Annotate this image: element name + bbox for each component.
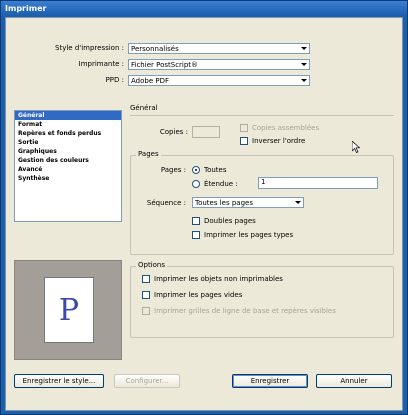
category-list: Général Format Repères et fonds perdus S…: [14, 110, 122, 222]
reverse-order-checkbox[interactable]: [240, 137, 248, 145]
copies-label: Copies :: [159, 128, 188, 136]
chevron-down-icon: [301, 47, 307, 50]
pages-all-label: Toutes: [204, 166, 227, 174]
chevron-down-icon: [301, 79, 307, 82]
general-heading: Général: [130, 104, 158, 112]
preview-page: P: [44, 277, 94, 343]
general-divider: [130, 115, 394, 116]
save-button[interactable]: Enregistrer: [232, 374, 308, 388]
printer-value: Fichier PostScript®: [131, 61, 199, 69]
page-preview: P: [14, 260, 122, 360]
pages-range-label: Étendue :: [204, 180, 238, 188]
nonprinting-objects-label: Imprimer les objets non imprimables: [154, 275, 283, 283]
master-pages-label: Imprimer les pages types: [204, 231, 294, 239]
save-style-button[interactable]: Enregistrer le style...: [14, 374, 104, 388]
pages-all-radio[interactable]: [192, 166, 200, 174]
sequence-select[interactable]: Toutes les pages: [192, 197, 304, 208]
collate-checkbox[interactable]: [240, 124, 248, 132]
sidebar-item-marks-bleed[interactable]: Repères et fonds perdus: [15, 129, 121, 138]
blank-pages-label: Imprimer les pages vides: [154, 291, 243, 299]
dialog-client-area: Style d'impression : Personnalisés Impri…: [5, 17, 403, 411]
sequence-value: Toutes les pages: [195, 199, 253, 207]
chevron-down-icon: [295, 201, 301, 204]
grids-guides-checkbox[interactable]: [142, 307, 150, 315]
chevron-down-icon: [301, 63, 307, 66]
sidebar-item-advanced[interactable]: Avancé: [15, 165, 121, 174]
window-title: Imprimer: [1, 1, 407, 15]
grids-guides-label: Imprimer grilles de ligne de base et rep…: [154, 307, 336, 315]
ppd-value: Adobe PDF: [131, 77, 170, 85]
print-style-select[interactable]: Personnalisés: [128, 43, 310, 54]
mouse-pointer-icon: [352, 141, 360, 153]
print-style-value: Personnalisés: [131, 45, 179, 53]
pages-label: Pages :: [160, 166, 186, 174]
sidebar-item-output[interactable]: Sortie: [15, 138, 121, 147]
sequence-label: Séquence :: [146, 199, 186, 207]
cancel-button[interactable]: Annuler: [316, 374, 392, 388]
reverse-order-label: Inverser l'ordre: [252, 137, 306, 145]
spreads-checkbox[interactable]: [192, 217, 200, 225]
sidebar-item-general[interactable]: Général: [15, 111, 121, 120]
sidebar-item-setup[interactable]: Format: [15, 120, 121, 129]
style-label: Style d'impression :: [55, 44, 124, 52]
sidebar-item-color-management[interactable]: Gestion des couleurs: [15, 156, 121, 165]
setup-button[interactable]: Configurer...: [114, 374, 180, 388]
pages-range-input[interactable]: 1: [258, 177, 378, 189]
pages-range-radio[interactable]: [192, 180, 200, 188]
collate-label: Copies assemblées: [252, 124, 320, 132]
blank-pages-checkbox[interactable]: [142, 291, 150, 299]
printer-select[interactable]: Fichier PostScript®: [128, 59, 310, 70]
ppd-label: PPD :: [105, 76, 124, 84]
copies-input[interactable]: [192, 126, 220, 138]
pages-heading: Pages: [136, 150, 161, 158]
ppd-select[interactable]: Adobe PDF: [128, 75, 310, 86]
master-pages-checkbox[interactable]: [192, 231, 200, 239]
sidebar-item-graphics[interactable]: Graphiques: [15, 147, 121, 156]
print-dialog-window: Imprimer Style d'impression : Personnali…: [0, 0, 408, 415]
sidebar-item-summary[interactable]: Synthèse: [15, 174, 121, 183]
options-heading: Options: [136, 261, 168, 269]
nonprinting-objects-checkbox[interactable]: [142, 275, 150, 283]
spreads-label: Doubles pages: [204, 217, 256, 225]
printer-label: Imprimante :: [78, 60, 124, 68]
